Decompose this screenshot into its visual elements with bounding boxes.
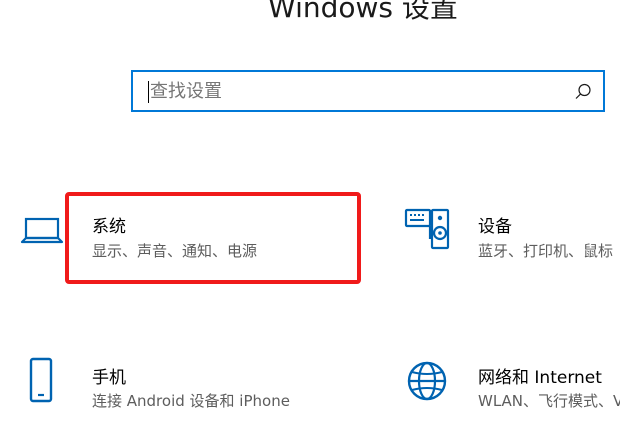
- search-box[interactable]: [131, 70, 605, 112]
- tile-phone-title: 手机: [92, 368, 126, 388]
- tile-system[interactable]: 系统 显示、声音、通知、电源: [0, 190, 360, 290]
- settings-window: Windows 设置 系统 显示、声音、通知、电源: [0, 0, 620, 429]
- laptop-icon: [20, 217, 64, 244]
- tile-phone[interactable]: 手机 连接 Android 设备和 iPhone: [0, 345, 360, 429]
- tile-system-title: 系统: [92, 217, 126, 237]
- tile-devices-title: 设备: [478, 217, 512, 237]
- search-input[interactable]: [150, 76, 550, 106]
- tile-devices[interactable]: 设备 蓝牙、打印机、鼠标: [395, 190, 620, 290]
- text-caret: [148, 81, 149, 103]
- tile-phone-desc: 连接 Android 设备和 iPhone: [92, 392, 290, 410]
- phone-icon: [29, 357, 53, 403]
- devices-icon: [404, 208, 450, 250]
- tile-system-desc: 显示、声音、通知、电源: [92, 242, 258, 260]
- tile-network-title: 网络和 Internet: [478, 368, 602, 388]
- page-title: Windows 设置: [268, 0, 458, 24]
- tile-devices-desc: 蓝牙、打印机、鼠标: [478, 242, 614, 260]
- tile-network-desc: WLAN、飞行模式、VPN: [478, 392, 620, 410]
- globe-icon: [407, 361, 447, 401]
- search-icon[interactable]: [573, 82, 593, 102]
- tile-network[interactable]: 网络和 Internet WLAN、飞行模式、VPN: [395, 345, 620, 429]
